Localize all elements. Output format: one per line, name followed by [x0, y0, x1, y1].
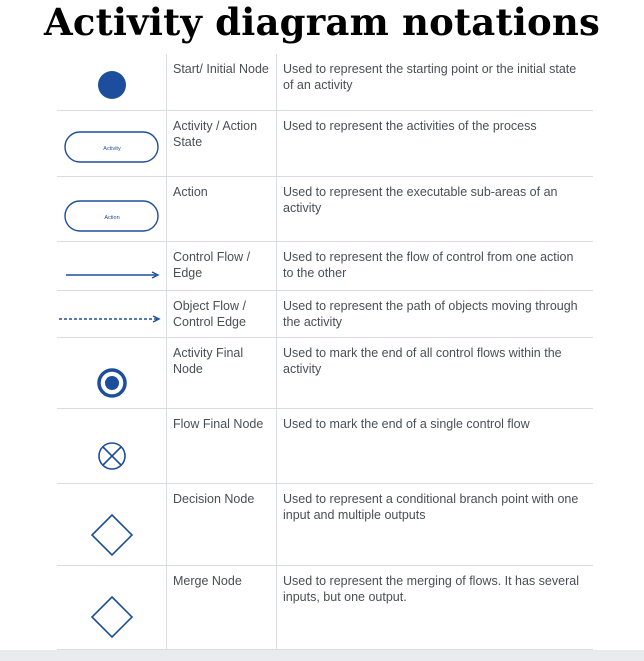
notation-description: Used to represent the activities of the … — [283, 118, 537, 133]
symbol-cell: Action — [57, 175, 167, 242]
table-row: Action Action Used to represent the exec… — [57, 175, 593, 242]
notation-name: Merge Node — [173, 573, 242, 588]
notation-name: Object Flow / Control Edge — [173, 298, 246, 329]
notation-name: Decision Node — [173, 491, 255, 506]
table-row: Flow Final Node Used to mark the end of … — [57, 407, 593, 484]
notation-description: Used to represent the executable sub-are… — [283, 184, 558, 215]
symbol-cell — [57, 564, 167, 650]
table-row: Activity Final Node Used to mark the end… — [57, 336, 593, 409]
bottom-bar — [0, 650, 644, 661]
notation-description: Used to represent the flow of control fr… — [283, 249, 574, 280]
notation-name: Action — [173, 184, 208, 199]
notation-description: Used to represent a conditional branch p… — [283, 491, 579, 522]
notation-description: Used to represent the path of objects mo… — [283, 298, 578, 329]
table-row: Merge Node Used to represent the merging… — [57, 564, 593, 650]
symbol-label: Action — [104, 215, 119, 221]
diamond-icon — [90, 513, 134, 556]
diamond-icon — [90, 595, 134, 638]
table-row: Activity Activity / Action State Used to… — [57, 109, 593, 177]
filled-circle-icon — [98, 71, 126, 99]
rounded-rectangle-icon: Action — [64, 199, 159, 232]
table-row: Start/ Initial Node Used to represent th… — [57, 54, 593, 111]
circled-x-icon — [98, 441, 126, 470]
notation-name: Activity / Action State — [173, 118, 258, 149]
symbol-cell — [57, 289, 167, 338]
page-title: Activity diagram notations — [43, 0, 601, 44]
symbol-cell — [57, 336, 167, 409]
rounded-rectangle-icon: Activity — [64, 130, 159, 163]
dashed-arrow-icon — [59, 314, 161, 323]
symbol-cell — [57, 482, 167, 566]
symbol-cell — [57, 54, 167, 111]
symbol-cell — [57, 240, 167, 291]
notation-description: Used to represent the starting point or … — [283, 62, 577, 92]
notation-name: Activity Final Node — [173, 345, 244, 376]
notation-table: Start/ Initial Node Used to represent th… — [57, 54, 593, 650]
symbol-cell — [57, 407, 167, 484]
table-row: Object Flow / Control Edge Used to repre… — [57, 289, 593, 338]
solid-arrow-icon — [66, 270, 160, 279]
notation-name: Control Flow / Edge — [173, 249, 251, 280]
table-row: Control Flow / Edge Used to represent th… — [57, 240, 593, 291]
notation-description: Used to mark the end of all control flow… — [283, 345, 562, 376]
table-row: Decision Node Used to represent a condit… — [57, 482, 593, 566]
notation-description: Used to mark the end of a single control… — [283, 416, 530, 431]
notation-description: Used to represent the merging of flows. … — [283, 573, 579, 604]
bullseye-icon — [97, 367, 127, 398]
symbol-cell: Activity — [57, 109, 167, 177]
notation-name: Flow Final Node — [173, 416, 264, 431]
symbol-label: Activity — [103, 146, 121, 152]
notation-name: Start/ Initial Node — [173, 62, 269, 76]
